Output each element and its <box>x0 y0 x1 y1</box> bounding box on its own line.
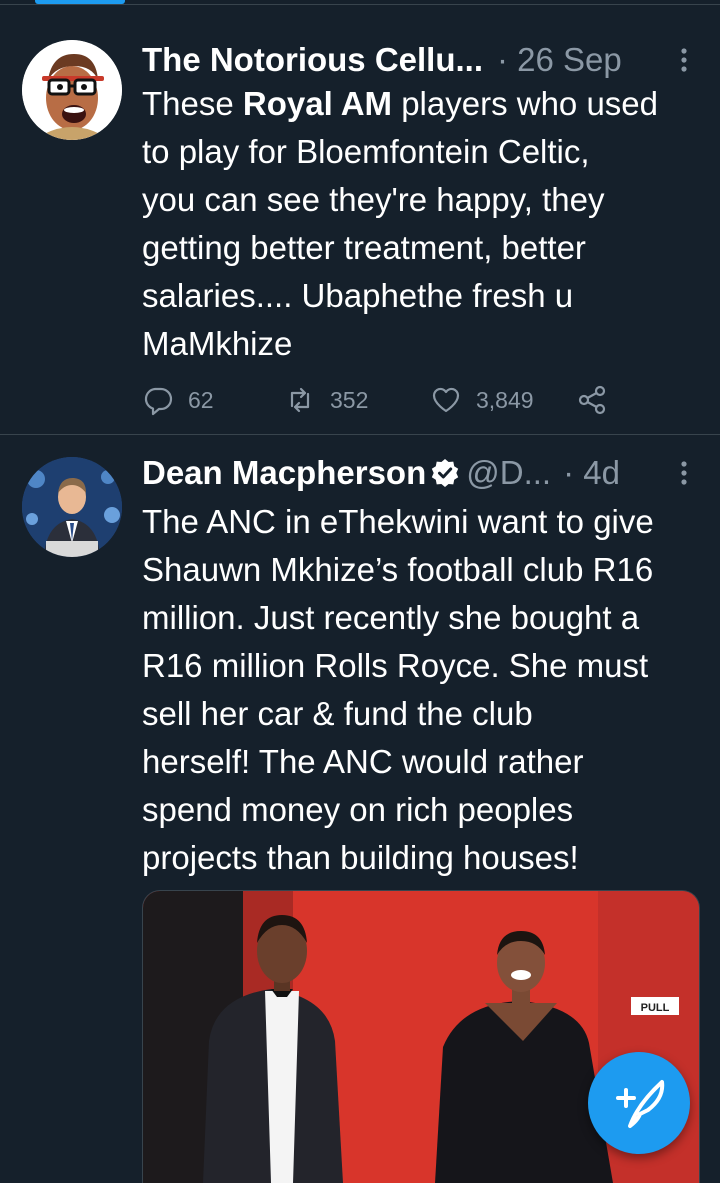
tweet-text-run: R16 million Rolls Royce. She must <box>142 647 649 684</box>
tweet-text-line: These Royal AM players who used <box>142 80 698 128</box>
author-name[interactable]: The Notorious Cellu... <box>142 41 483 79</box>
tweet-text-run: Shauwn Mkhize’s football club R16 <box>142 551 654 588</box>
tweet-header: The Notorious Cellu... · 26 Sep <box>142 37 700 83</box>
tweet-text-line: to play for Bloemfontein Celtic, <box>142 128 698 176</box>
tweet-text-line: sell her car & fund the club <box>142 690 698 738</box>
share-icon <box>578 385 606 415</box>
retweet-icon <box>290 387 310 413</box>
tweet-time[interactable]: · 26 Sep <box>497 41 622 79</box>
tweet-text-run: salaries.... Ubaphethe fresh u <box>142 277 574 314</box>
tweet-text-run: players who used <box>392 85 659 122</box>
tweet-text-line: projects than building houses! <box>142 834 698 882</box>
avatar[interactable] <box>22 40 122 140</box>
tweet-text-run: million. Just recently she bought a <box>142 599 640 636</box>
heart-icon <box>432 387 460 413</box>
tweet-text-run: spend money on rich peoples <box>142 791 574 828</box>
tweet-time[interactable]: · 4d <box>563 454 620 492</box>
more-vertical-icon[interactable] <box>672 456 696 490</box>
tweet-text-bold: Royal AM <box>242 85 393 122</box>
tweet-text-run: getting better treatment, better <box>142 229 586 266</box>
tweet-header: Dean Macpherson @D... · 4d <box>142 450 700 496</box>
retweet-count: 352 <box>330 386 369 413</box>
tweet-text-line: herself! The ANC would rather <box>142 738 698 786</box>
share-button[interactable] <box>576 376 622 424</box>
tweet-text-run: herself! The ANC would rather <box>142 743 584 780</box>
tweet-text-run: projects than building houses! <box>142 839 579 876</box>
compose-tweet-button[interactable] <box>588 1052 690 1154</box>
like-count: 3,849 <box>476 386 534 413</box>
retweet-button[interactable]: 352 <box>284 376 368 424</box>
pull-sign-text: PULL <box>641 1002 670 1014</box>
tweet-text-line: salaries.... Ubaphethe fresh u <box>142 272 698 320</box>
compose-tweet-icon <box>616 1080 665 1128</box>
top-divider <box>0 4 720 5</box>
action-bar: 62 352 3,849 <box>142 376 622 424</box>
tweet-text-line: getting better treatment, better <box>142 224 698 272</box>
verified-badge-icon <box>432 459 459 487</box>
reply-button[interactable]: 62 <box>142 376 214 424</box>
tweet-text-line: you can see they're happy, they <box>142 176 698 224</box>
reply-count: 62 <box>188 386 214 413</box>
reply-icon <box>144 387 173 416</box>
author-name[interactable]: Dean Macpherson <box>142 454 426 492</box>
avatar[interactable] <box>22 457 122 557</box>
tweet-text-run: MaMkhize <box>142 325 293 362</box>
like-button[interactable]: 3,849 <box>430 376 534 424</box>
tweet-text-run: These <box>142 85 243 122</box>
more-vertical-icon[interactable] <box>672 43 696 77</box>
tweet-text-line: spend money on rich peoples <box>142 786 698 834</box>
author-handle[interactable]: @D... <box>466 454 551 492</box>
tweet-text-run: you can see they're happy, they <box>142 181 605 218</box>
tweet-text-run: sell her car & fund the club <box>142 695 533 732</box>
tweet-text-run: The ANC in eThekwini want to give <box>142 503 654 540</box>
tweet-text-line: The ANC in eThekwini want to give <box>142 498 698 546</box>
tweet-text: These Royal AM players who used to play f… <box>142 80 698 368</box>
tweet-text-run: to play for Bloemfontein Celtic, <box>142 133 590 170</box>
tweet[interactable]: The Notorious Cellu... · 26 Sep These Ro… <box>0 6 720 435</box>
tweet-text-line: million. Just recently she bought a <box>142 594 698 642</box>
tweet-text-line: MaMkhize <box>142 320 698 368</box>
tweet-text-line: Shauwn Mkhize’s football club R16 <box>142 546 698 594</box>
tweet-text-line: R16 million Rolls Royce. She must <box>142 642 698 690</box>
tweet-text: The ANC in eThekwini want to give Shauwn … <box>142 498 698 882</box>
